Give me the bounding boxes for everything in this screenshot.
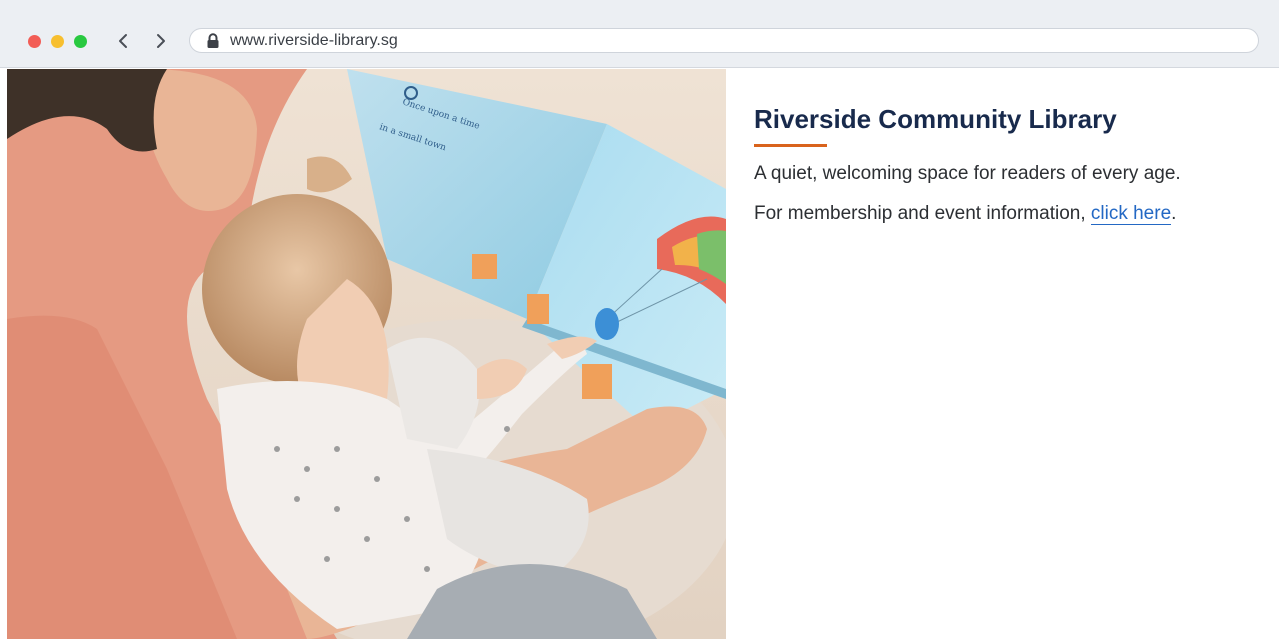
reading-photo-illustration: Once upon a time in a small town	[7, 69, 726, 639]
membership-info-link[interactable]: click here	[1090, 203, 1172, 225]
chevron-left-icon	[119, 34, 127, 48]
tagline-text: A quiet, welcoming space for readers of …	[754, 163, 1181, 184]
lock-icon	[207, 33, 219, 48]
back-button[interactable]	[112, 30, 134, 52]
hero-image: Once upon a time in a small town	[7, 69, 726, 639]
maximize-window-button[interactable]	[74, 35, 87, 48]
page-title: Riverside Community Library	[754, 104, 1117, 134]
library-info-panel: Riverside Community Library A quiet, wel…	[754, 101, 1264, 227]
close-window-button[interactable]	[28, 35, 41, 48]
title-accent-divider	[754, 144, 827, 147]
chevron-right-icon	[157, 34, 165, 48]
membership-info-prefix: For membership and event information,	[754, 203, 1091, 224]
url-text: www.riverside-library.sg	[230, 32, 398, 49]
membership-info-text: For membership and event information, cl…	[754, 200, 1264, 227]
browser-toolbar: www.riverside-library.sg	[0, 0, 1279, 68]
membership-info-suffix: .	[1171, 203, 1177, 224]
minimize-window-button[interactable]	[51, 35, 64, 48]
forward-button[interactable]	[150, 30, 172, 52]
address-bar[interactable]: www.riverside-library.sg	[189, 28, 1259, 53]
